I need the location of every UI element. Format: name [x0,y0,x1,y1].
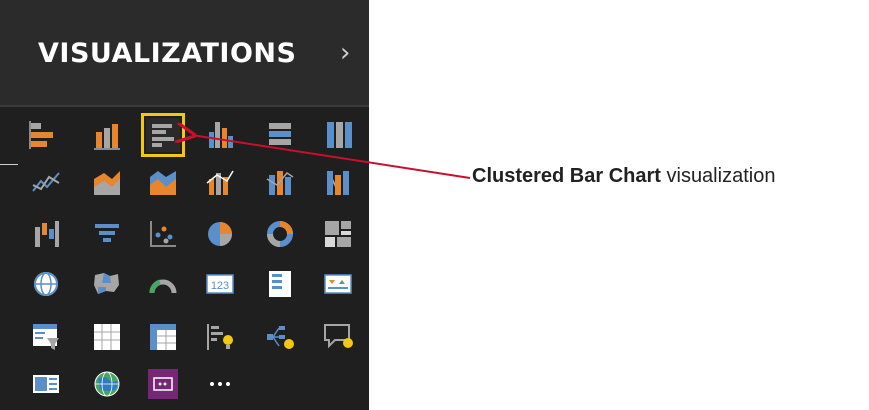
callout-arrow [0,0,471,179]
callout-label-bold: Clustered Bar Chart [472,165,661,187]
callout-label: Clustered Bar Chart visualization [472,165,775,188]
callout-label-rest: visualization [660,165,776,187]
